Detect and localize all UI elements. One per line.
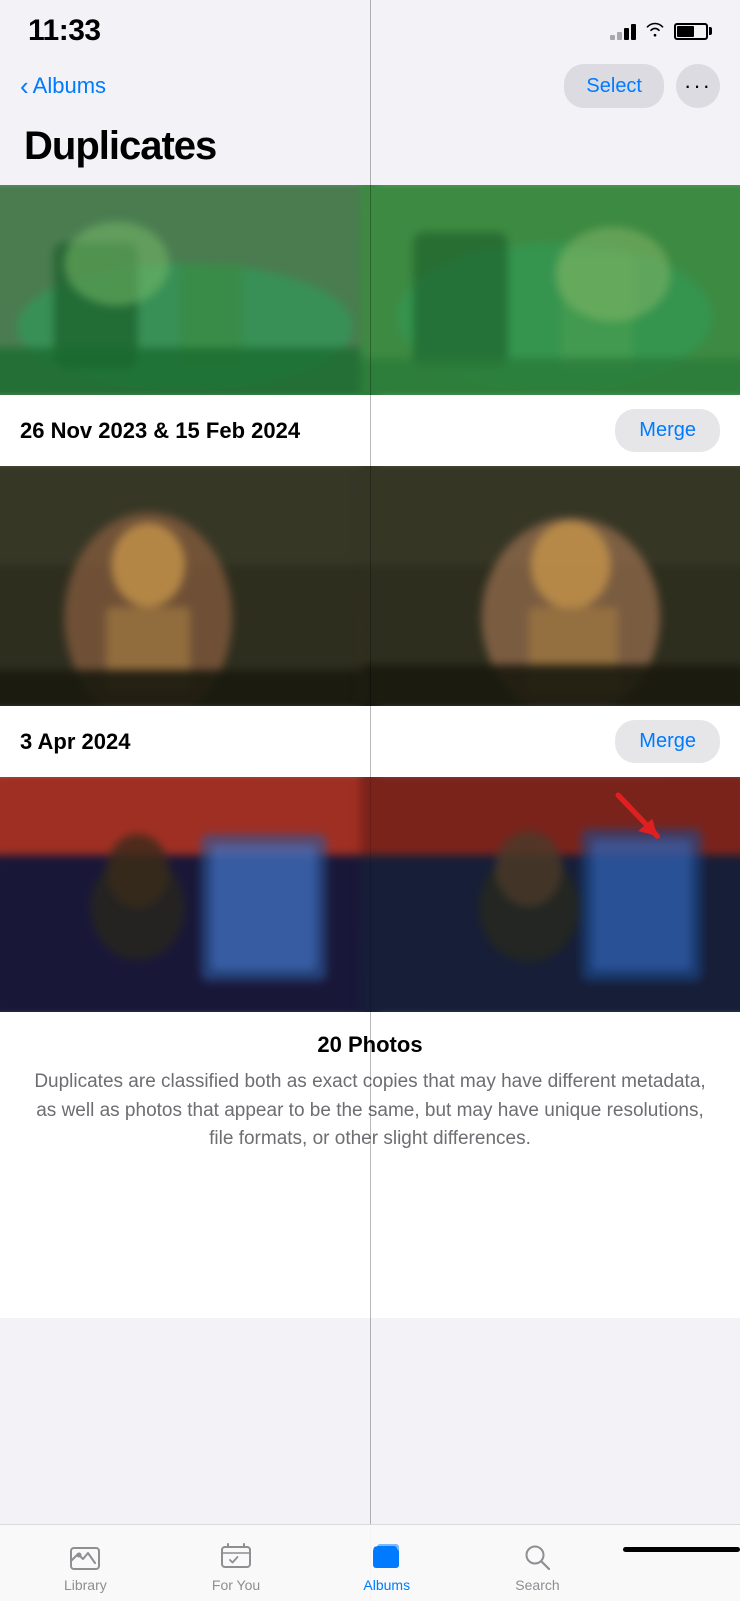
tab-search-label: Search bbox=[515, 1577, 559, 1593]
merge-button-1[interactable]: Merge bbox=[615, 409, 720, 452]
nav-actions: Select ··· bbox=[564, 64, 720, 108]
photo-pair-3[interactable] bbox=[0, 777, 740, 1012]
tab-albums[interactable]: Albums bbox=[311, 1537, 462, 1597]
merge-button-2[interactable]: Merge bbox=[615, 720, 720, 763]
battery-icon bbox=[674, 23, 712, 40]
select-button[interactable]: Select bbox=[564, 64, 664, 108]
date-label-1: 26 Nov 2023 & 15 Feb 2024 bbox=[20, 418, 300, 444]
photo-1b[interactable] bbox=[361, 185, 740, 395]
tab-albums-label: Albums bbox=[363, 1577, 410, 1593]
status-time: 11:33 bbox=[28, 14, 101, 48]
tab-for-you[interactable]: For You bbox=[161, 1537, 312, 1597]
wifi-icon bbox=[644, 21, 666, 42]
tab-search[interactable]: Search bbox=[462, 1537, 613, 1597]
signal-icon bbox=[610, 22, 636, 40]
back-label: Albums bbox=[33, 73, 106, 99]
back-button[interactable]: ‹ Albums bbox=[20, 73, 106, 99]
tab-library[interactable]: Library bbox=[10, 1537, 161, 1597]
tab-library-label: Library bbox=[64, 1577, 107, 1593]
for-you-tab-icon bbox=[220, 1541, 252, 1573]
search-tab-icon bbox=[521, 1541, 553, 1573]
date-label-2: 3 Apr 2024 bbox=[20, 729, 130, 755]
tab-bar: Library For You bbox=[0, 1524, 740, 1601]
home-indicator bbox=[623, 1547, 740, 1552]
duplicate-item-3 bbox=[0, 777, 740, 1012]
photo-1a[interactable] bbox=[0, 185, 379, 395]
tab-bar-content: Library For You bbox=[0, 1537, 623, 1597]
photo-2a[interactable] bbox=[0, 466, 379, 706]
more-dots-icon: ··· bbox=[684, 73, 712, 99]
back-chevron-icon: ‹ bbox=[20, 73, 29, 99]
albums-tab-icon bbox=[371, 1541, 403, 1573]
photo-3b[interactable] bbox=[361, 777, 740, 1012]
status-icons bbox=[610, 21, 712, 42]
content-area: 26 Nov 2023 & 15 Feb 2024 Merge bbox=[0, 185, 740, 1318]
tab-for-you-label: For You bbox=[212, 1577, 260, 1593]
photo-2b[interactable] bbox=[361, 466, 740, 706]
photo-divider-3 bbox=[370, 777, 371, 1012]
more-button[interactable]: ··· bbox=[676, 64, 720, 108]
photo-3a[interactable] bbox=[0, 777, 379, 1012]
library-tab-icon bbox=[69, 1541, 101, 1573]
